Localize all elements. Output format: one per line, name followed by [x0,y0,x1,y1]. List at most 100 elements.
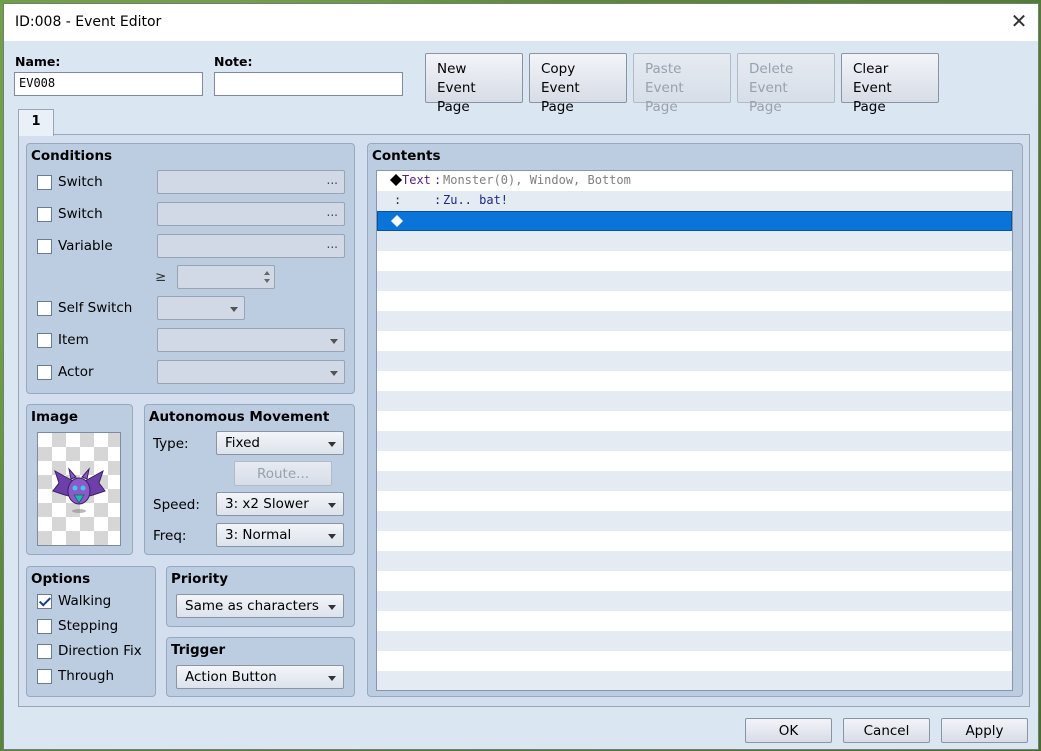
switch2-field[interactable]: ... [157,202,345,226]
movement-type-select[interactable]: Fixed [216,431,344,455]
self-switch-checkbox[interactable] [37,301,52,316]
list-item [377,551,1012,571]
continuation-mark: : [394,193,402,207]
command-args: Monster(0), Window, Bottom [443,173,631,187]
type-label: Type: [153,436,189,452]
list-item [377,451,1012,471]
clear-event-page-line1: Clear [853,61,889,77]
copy-event-page-line1: Copy [541,61,576,77]
through-checkbox[interactable] [37,669,52,684]
list-item [377,471,1012,491]
variable-checkbox[interactable] [37,239,52,254]
switch1-checkbox[interactable] [37,175,52,190]
movement-speed-select[interactable]: 3: x2 Slower [216,492,344,516]
list-item [377,491,1012,511]
new-event-page-line1: New [437,61,467,77]
switch2-label: Switch [58,206,103,222]
chevron-down-icon [328,676,336,681]
spinner-down-icon[interactable] [264,279,270,283]
walking-label: Walking [58,593,112,609]
diamond-bullet-icon [390,174,402,186]
variable-amount-spinner[interactable] [177,265,275,289]
image-group: Image [26,404,133,555]
list-item [377,591,1012,611]
list-item [377,371,1012,391]
variable-field[interactable]: ... [157,234,345,258]
priority-title: Priority [171,571,228,587]
route-button[interactable]: Route... [234,461,332,486]
note-input[interactable] [214,72,403,96]
options-group: Options Walking Stepping Direction Fix T… [26,566,156,697]
image-preview[interactable] [37,432,121,546]
conditions-group: Conditions Switch ... Switch ... Variabl… [26,143,355,394]
dialog-client-area: Name: EV008 Note: New Event Page Copy Ev… [4,41,1038,749]
autonomous-movement-title: Autonomous Movement [149,409,330,425]
variable-ellipsis-button[interactable]: ... [327,237,338,251]
list-item [377,611,1012,631]
close-icon[interactable]: ✕ [1004,6,1034,36]
actor-checkbox[interactable] [37,365,52,380]
cancel-button[interactable]: Cancel [843,718,930,743]
list-item[interactable]: : : Zu.. bat! [377,191,1012,211]
switch1-field[interactable]: ... [157,170,345,194]
copy-event-page-button[interactable]: Copy Event Page [529,53,627,115]
item-checkbox[interactable] [37,333,52,348]
movement-freq-select[interactable]: 3: Normal [216,523,344,547]
list-item [377,391,1012,411]
note-label: Note: [214,54,253,69]
name-input[interactable]: EV008 [14,72,203,96]
spinner-up-icon[interactable] [264,271,270,275]
clear-event-page-line2: Event Page [853,80,892,115]
list-item [377,671,1012,690]
autonomous-movement-group: Autonomous Movement Type: Fixed Route...… [144,404,355,555]
event-editor-window: ID:008 - Event Editor ✕ Name: EV008 Note… [3,3,1039,750]
list-item [377,251,1012,271]
freq-label: Freq: [153,528,187,544]
through-label: Through [58,668,114,684]
priority-group: Priority Same as characters [166,566,355,627]
list-item[interactable]: Text : Monster(0), Window, Bottom [377,171,1012,191]
switch2-checkbox[interactable] [37,207,52,222]
priority-select[interactable]: Same as characters [176,594,344,618]
speed-label: Speed: [153,497,200,513]
item-label: Item [58,332,89,348]
options-title: Options [31,571,91,587]
movement-type-value: Fixed [225,435,260,451]
new-event-page-button[interactable]: New Event Page [425,53,523,115]
item-select[interactable] [157,328,345,352]
switch1-ellipsis-button[interactable]: ... [327,173,338,187]
clear-event-page-button[interactable]: Clear Event Page [841,53,939,115]
list-item [377,531,1012,551]
self-switch-select[interactable] [157,296,245,320]
delete-event-page-button[interactable]: Delete Event Page [737,53,835,115]
list-item-selected[interactable] [377,211,1012,231]
delete-event-page-line2: Event Page [749,80,788,115]
actor-select[interactable] [157,360,345,384]
paste-event-page-button[interactable]: Paste Event Page [633,53,731,115]
tab-page-1[interactable]: 1 [18,109,54,136]
list-item [377,351,1012,371]
actor-label: Actor [58,364,94,380]
list-item [377,231,1012,251]
event-page-panel: Conditions Switch ... Switch ... Variabl… [18,134,1030,707]
direction-fix-checkbox[interactable] [37,644,52,659]
stepping-checkbox[interactable] [37,619,52,634]
switch2-ellipsis-button[interactable]: ... [327,205,338,219]
ok-button[interactable]: OK [745,718,832,743]
list-item [377,411,1012,431]
name-label: Name: [15,54,61,69]
event-command-list[interactable]: Text : Monster(0), Window, Bottom : : Zu… [376,170,1013,691]
apply-button[interactable]: Apply [941,718,1028,743]
contents-title: Contents [372,148,441,164]
chevron-down-icon [328,503,336,508]
walking-checkbox[interactable] [37,594,52,609]
list-item [377,331,1012,351]
stepping-label: Stepping [58,618,119,634]
copy-event-page-line2: Event Page [541,80,580,115]
trigger-title: Trigger [171,642,226,658]
bat-monster-icon [52,467,106,513]
list-item [377,311,1012,331]
trigger-select[interactable]: Action Button [176,665,344,689]
image-title: Image [31,409,79,425]
window-title: ID:008 - Event Editor [15,14,162,30]
